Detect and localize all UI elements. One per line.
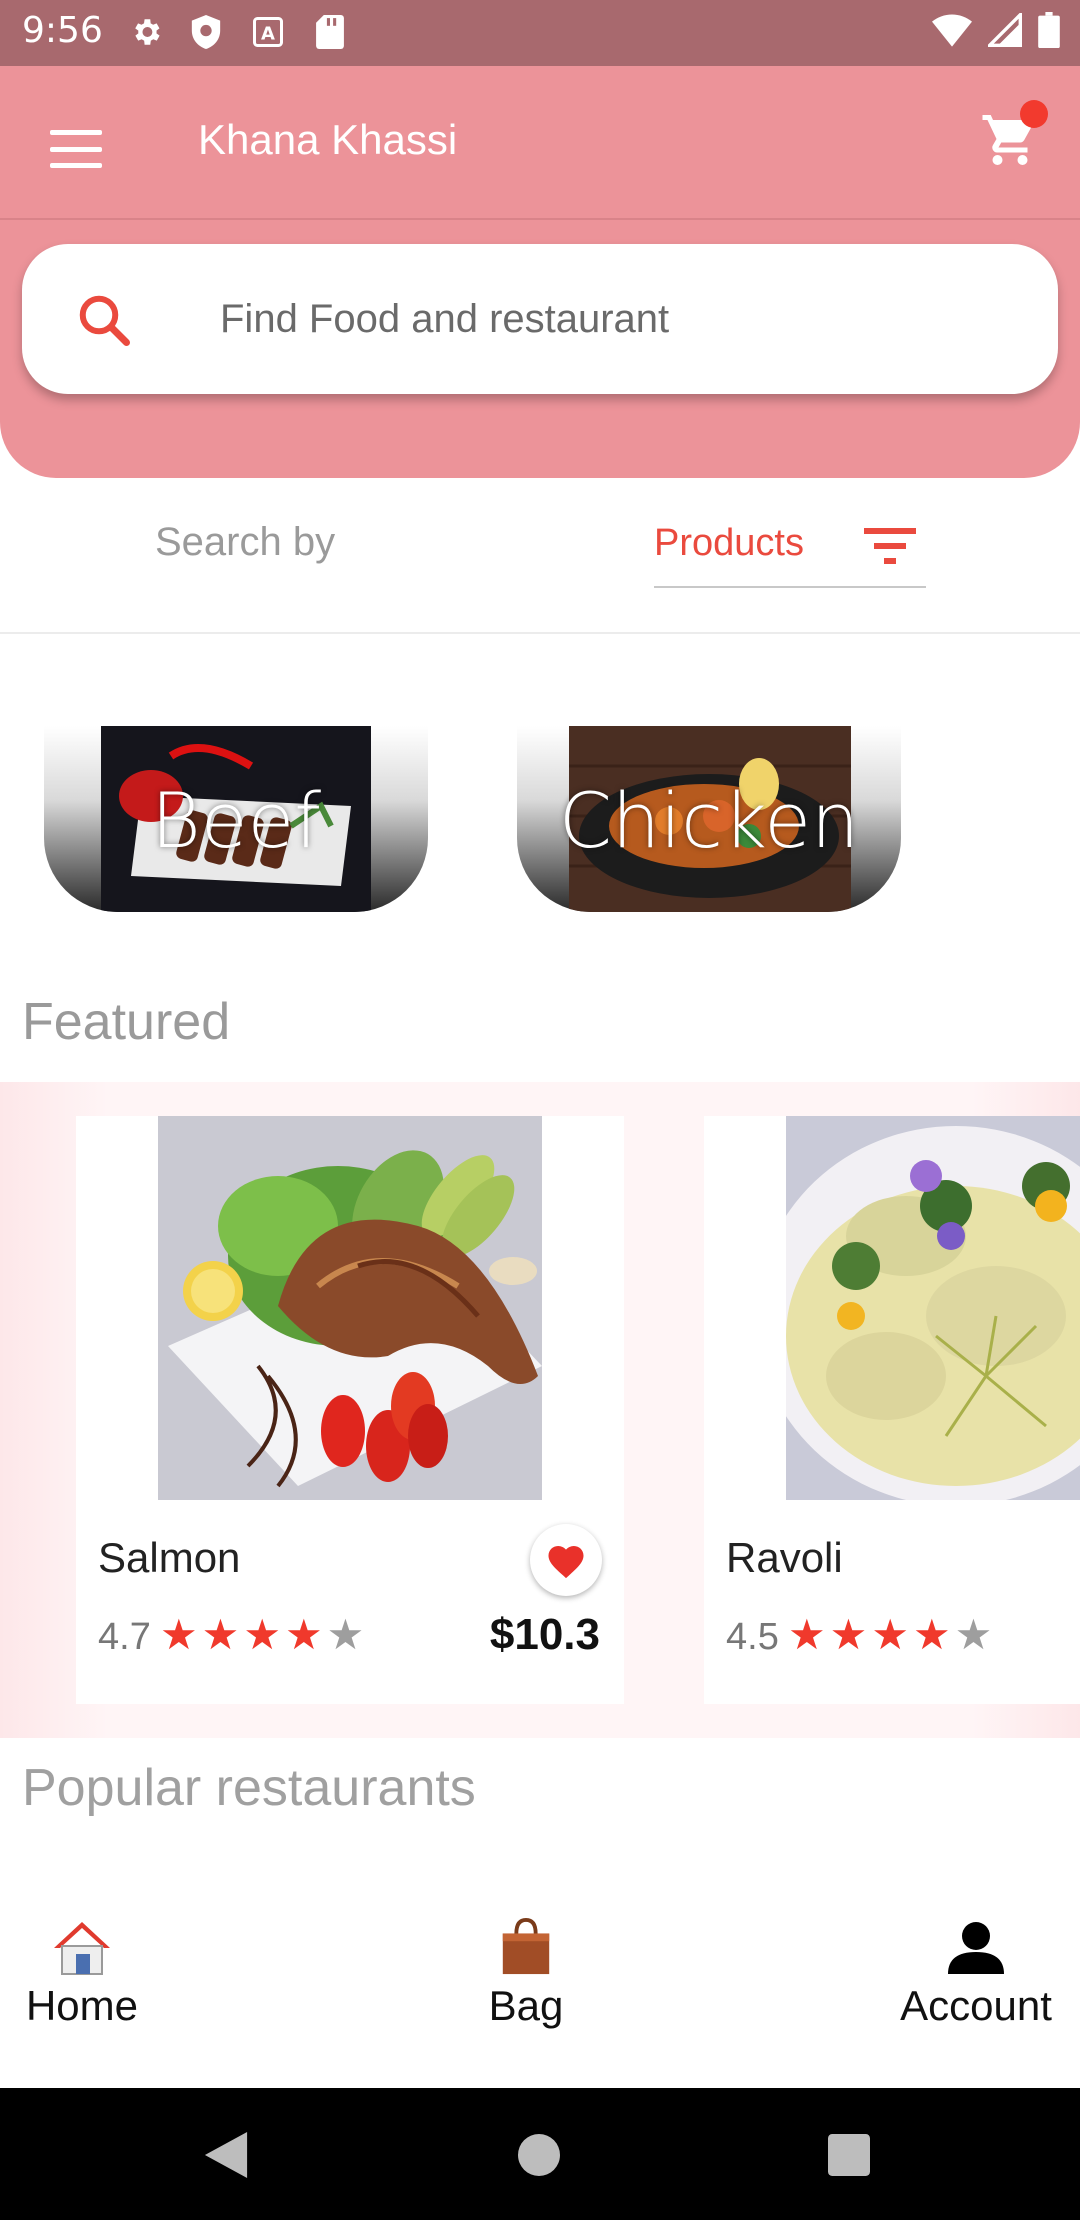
nav-account-label: Account: [900, 1982, 1052, 2029]
wifi-icon: [932, 13, 972, 52]
item-price: $10.3: [489, 1610, 600, 1659]
rating-stars: ★ ★ ★ ★ ★: [160, 1610, 364, 1660]
account-icon: [948, 1922, 1004, 1974]
item-name: Salmon: [98, 1534, 241, 1581]
svg-text:A: A: [261, 24, 275, 45]
category-beef[interactable]: Beef: [44, 726, 428, 912]
nav-account[interactable]: Account: [888, 1910, 1064, 2030]
search-input[interactable]: [220, 294, 920, 344]
search-by-label: Search by: [155, 520, 336, 564]
menu-button[interactable]: [46, 124, 106, 174]
nav-home[interactable]: Home: [20, 1910, 144, 2030]
back-icon[interactable]: [204, 2132, 248, 2178]
item-rating: 4.7: [98, 1616, 151, 1658]
item-name: Ravoli: [726, 1534, 843, 1581]
star-icon: ★: [871, 1611, 909, 1658]
search-bar[interactable]: [22, 244, 1058, 394]
status-time: 9:56: [22, 10, 103, 51]
heart-icon: [548, 1546, 584, 1579]
home-icon: [54, 1922, 110, 1975]
star-icon: ★: [160, 1611, 198, 1658]
search-by-selected: Products: [654, 522, 804, 564]
font-icon: A: [250, 14, 286, 50]
shield-icon: [188, 14, 224, 50]
star-icon: ★: [284, 1611, 323, 1658]
item-rating: 4.5: [726, 1616, 779, 1658]
cart-badge: [1020, 100, 1048, 128]
menu-icon-bar: [50, 163, 102, 168]
featured-card-salmon[interactable]: Salmon 4.7 ★ ★ ★ ★ ★ $10.3: [76, 1116, 624, 1704]
bottom-navigation: Home Bag Account: [0, 1890, 1080, 2088]
settings-icon: [128, 14, 164, 50]
popular-restaurants-title: Popular restaurants: [22, 1759, 476, 1817]
status-bar: 9:56 A: [0, 0, 1080, 66]
star-icon: ★: [201, 1611, 240, 1658]
nav-home-label: Home: [25, 1982, 139, 2029]
menu-icon-bar: [50, 130, 102, 135]
star-icon: ★: [829, 1611, 868, 1658]
app-title: Khana Khassi: [198, 116, 458, 163]
signal-icon: [985, 10, 1022, 52]
favorite-button[interactable]: [530, 1524, 602, 1596]
system-navigation-bar: [0, 2088, 1080, 2220]
battery-icon: [1038, 12, 1060, 53]
category-chicken[interactable]: Chicken: [517, 726, 901, 912]
star-icon: ★: [326, 1611, 365, 1658]
category-label: Beef: [150, 776, 322, 865]
search-by-dropdown[interactable]: Products: [654, 508, 926, 588]
search-icon: [79, 295, 130, 346]
rating-stars: ★ ★ ★ ★ ★: [788, 1610, 992, 1660]
sd-card-icon: [312, 14, 348, 50]
category-label: Chicken: [558, 776, 860, 865]
recents-icon[interactable]: [828, 2134, 870, 2176]
nav-bag-label: Bag: [488, 1982, 564, 2029]
star-icon: ★: [243, 1611, 281, 1658]
star-icon: ★: [788, 1611, 826, 1658]
menu-icon-bar: [50, 146, 102, 152]
nav-bag[interactable]: Bag: [466, 1910, 586, 2030]
ravoli-image: [786, 1116, 1080, 1500]
section-divider: [0, 632, 1080, 634]
home-circle-icon[interactable]: [518, 2134, 560, 2176]
featured-title: Featured: [22, 993, 231, 1051]
bag-icon: [502, 1918, 550, 1975]
star-icon: ★: [912, 1611, 951, 1658]
filter-icon: [864, 528, 916, 564]
salmon-image: [158, 1116, 542, 1500]
star-icon: ★: [954, 1611, 993, 1658]
header-divider: [0, 218, 1080, 220]
featured-card-ravoli[interactable]: Ravoli 4.5 ★ ★ ★ ★ ★: [704, 1116, 1080, 1704]
